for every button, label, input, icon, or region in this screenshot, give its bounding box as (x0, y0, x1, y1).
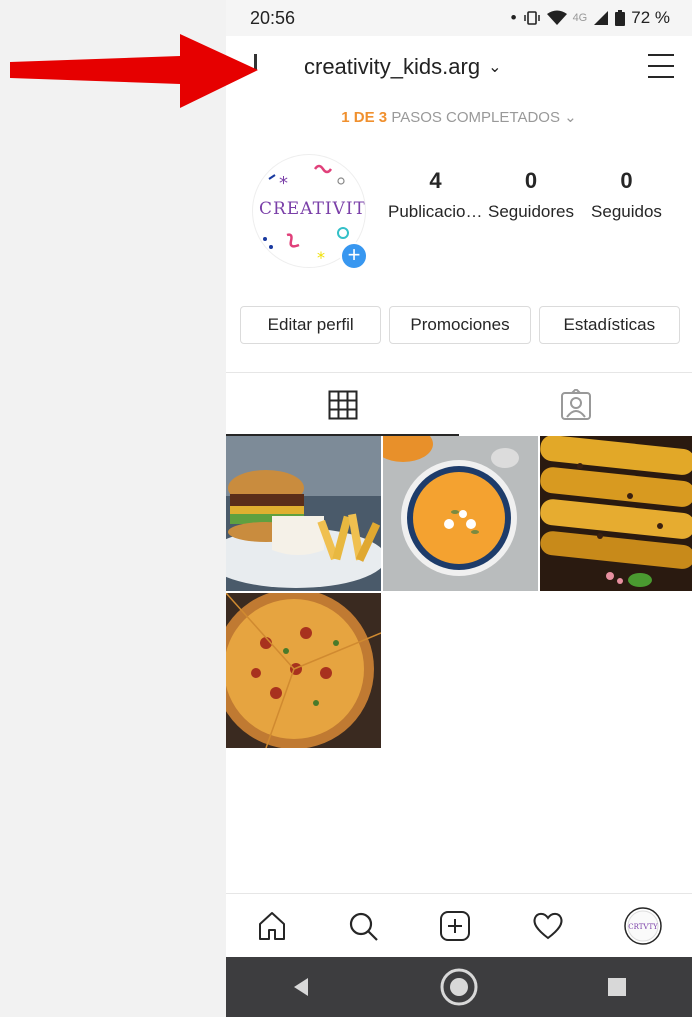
recents-icon[interactable] (606, 976, 628, 998)
post-thumbnail[interactable] (383, 436, 538, 591)
svg-text:*: * (279, 173, 288, 194)
profile-header: creativity_kids.arg ⌄ (226, 36, 692, 100)
chevron-down-icon: ⌄ (488, 59, 502, 76)
tab-tagged[interactable] (459, 373, 692, 436)
status-time: 20:56 (250, 7, 296, 28)
tab-posts-grid[interactable] (226, 373, 459, 436)
post-thumbnail[interactable] (226, 436, 381, 591)
pizza-photo (226, 593, 381, 748)
stat-posts-label: Publicaciones (388, 202, 483, 221)
onboarding-steps[interactable]: 1 DE 3 PASOS COMPLETADOS ⌄ (226, 108, 692, 132)
profile-actions: Editar perfil Promociones Estadísticas (240, 306, 680, 344)
chevron-down-icon: ⌄ (564, 109, 577, 126)
add-story-plus-icon[interactable]: + (340, 242, 368, 270)
heart-icon[interactable] (531, 910, 565, 942)
stat-posts[interactable]: 4 Publicaciones (388, 168, 483, 222)
stat-following[interactable]: 0 Seguidos (579, 168, 674, 222)
profile-tabs (226, 372, 692, 436)
home-circle-icon[interactable] (439, 967, 479, 1007)
stat-posts-count: 4 (429, 168, 442, 193)
svg-text:*: * (317, 248, 325, 267)
profile-stats: 4 Publicaciones 0 Seguidores 0 Seguidos (388, 168, 674, 222)
burger-photo (226, 436, 381, 591)
username: creativity_kids.arg (304, 54, 481, 79)
stat-followers-label: Seguidores (487, 202, 574, 221)
menu-icon[interactable] (648, 54, 674, 78)
corn-photo (540, 436, 692, 591)
phone-screen: 20:56 • 4G 72 % creativity_kids.arg ⌄ 1 … (226, 0, 692, 1017)
avatar-logo-text: CREATIVITY (259, 199, 366, 219)
notification-dot-icon: • (510, 8, 517, 27)
network-type: 4G (572, 12, 588, 24)
vibrate-icon (523, 11, 540, 25)
stat-followers-count: 0 (524, 168, 538, 193)
background-left (0, 0, 226, 1017)
signal-icon (594, 11, 609, 25)
home-icon[interactable] (256, 910, 288, 942)
steps-progress: 1 DE 3 (341, 109, 388, 126)
posts-grid (226, 436, 692, 748)
grid-icon (328, 390, 357, 419)
status-icons: • 4G 72 % (511, 8, 670, 28)
profile-summary: * * CREATIVITY + 4 Publicaciones 0 Segui… (226, 132, 692, 282)
add-post-icon[interactable] (439, 910, 471, 942)
insights-button[interactable]: Estadísticas (538, 306, 680, 344)
stat-following-count: 0 (620, 168, 633, 193)
wifi-icon (546, 10, 567, 25)
edit-profile-button[interactable]: Editar perfil (240, 306, 382, 344)
tagged-user-icon (560, 388, 591, 420)
post-thumbnail[interactable] (540, 436, 692, 591)
system-navigation-bar (226, 957, 692, 1017)
steps-label: PASOS COMPLETADOS (391, 109, 560, 126)
battery-icon (615, 10, 626, 26)
post-thumbnail[interactable] (226, 593, 381, 748)
search-icon[interactable] (347, 910, 379, 942)
annotation-arrow-icon (10, 34, 258, 108)
stat-followers[interactable]: 0 Seguidores (484, 168, 579, 222)
soup-photo (383, 436, 538, 591)
svg-text:CRTVTY: CRTVTY (628, 923, 658, 931)
back-icon[interactable] (290, 976, 312, 998)
username-switcher[interactable]: creativity_kids.arg ⌄ (304, 54, 501, 80)
status-bar: 20:56 • 4G 72 % (226, 0, 692, 36)
stat-following-label: Seguidos (591, 202, 662, 221)
battery-level: 72 % (631, 8, 670, 27)
promotions-button[interactable]: Promociones (389, 306, 531, 344)
bottom-navigation: CRTVTY (226, 893, 692, 957)
profile-avatar-icon[interactable]: CRTVTY (624, 906, 662, 945)
